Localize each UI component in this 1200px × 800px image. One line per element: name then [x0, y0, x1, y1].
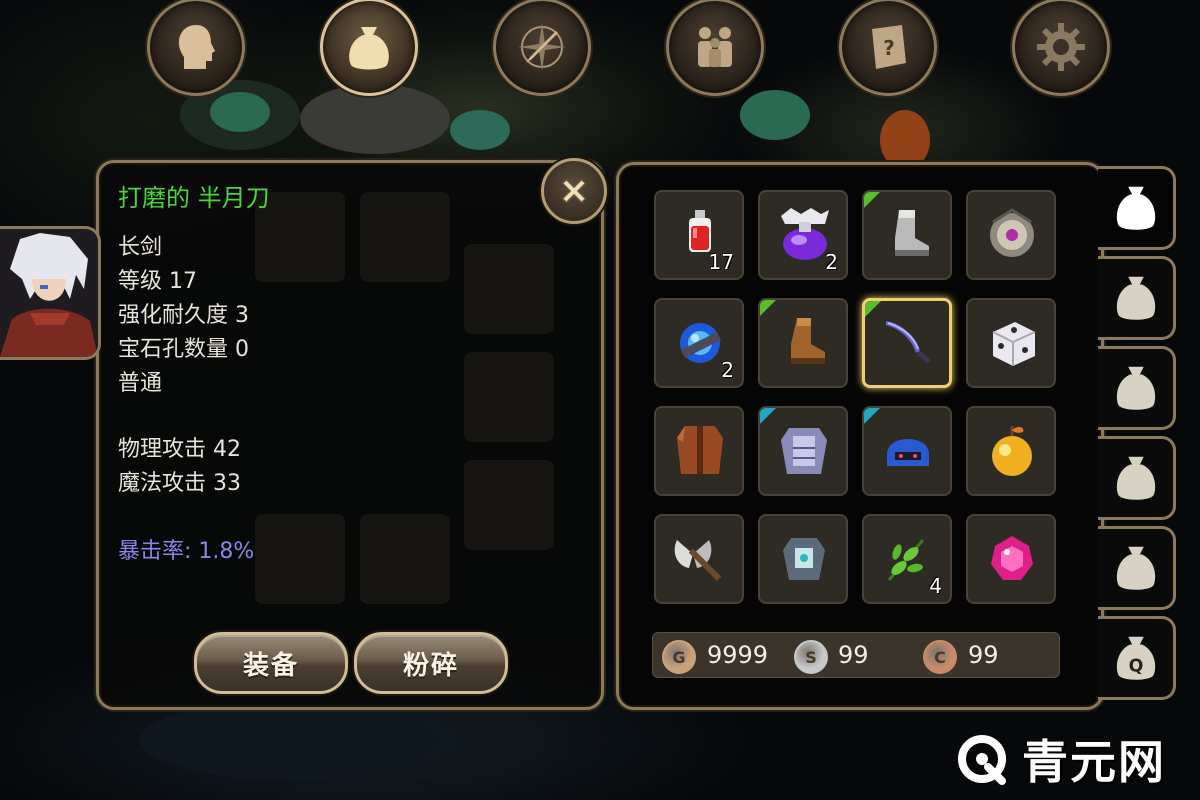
equip-slot-boots[interactable] [360, 514, 450, 604]
blue-helmet-icon [887, 439, 929, 466]
nav-character-button[interactable] [147, 0, 245, 96]
nav-skills-button[interactable] [493, 0, 591, 96]
amulet-icon [990, 208, 1034, 257]
boot-icon [895, 210, 929, 256]
equip-slot-body[interactable] [464, 352, 554, 442]
gold-coin-icon: G [662, 640, 696, 674]
dice-icon [992, 322, 1036, 366]
bag-icon [1116, 546, 1155, 590]
inventory-slot[interactable] [758, 298, 848, 388]
battle-axe-icon [674, 540, 722, 581]
avatar [0, 229, 98, 357]
bag-tab-1[interactable] [1098, 166, 1176, 250]
item-quantity: 17 [708, 250, 734, 274]
copper-coin-icon: C [923, 640, 957, 674]
nav-party-button[interactable] [666, 0, 764, 96]
item-type: 长剑 [118, 235, 163, 260]
bag-icon [1116, 186, 1155, 230]
inventory-slot[interactable] [966, 298, 1056, 388]
item-level: 等级 17 [118, 269, 197, 294]
character-portrait[interactable] [0, 226, 101, 360]
bag-icon [1116, 456, 1155, 500]
watermark-logo-icon [958, 735, 1006, 785]
nav-inventory-button[interactable] [320, 0, 418, 96]
equip-slot-amulet[interactable] [360, 192, 450, 282]
equip-slot-shield[interactable] [464, 460, 554, 550]
item-quantity: 2 [825, 250, 838, 274]
head-icon [178, 25, 215, 69]
quest-bag-label: Q [1128, 657, 1143, 677]
watermark: 青元网 [952, 726, 1166, 792]
nav-quests-button[interactable]: ? [839, 0, 937, 96]
silver-coin-icon: S [794, 640, 828, 674]
crescent-blade-icon [886, 321, 931, 364]
equip-button[interactable]: 装备 [194, 632, 348, 694]
silver-amount: 99 [838, 641, 869, 669]
leather-boot-icon [791, 318, 825, 364]
item-magic-attack: 魔法攻击 33 [118, 471, 241, 496]
equip-slot-ring[interactable] [464, 244, 554, 334]
inventory-slot[interactable]: 4 [862, 514, 952, 604]
pink-gem-icon [991, 536, 1033, 580]
sword-compass-icon [518, 23, 566, 71]
bag-icon [1116, 366, 1155, 410]
people-icon [698, 27, 732, 67]
inventory-slot[interactable]: 2 [758, 190, 848, 280]
gold-amount: 9999 [707, 641, 769, 669]
item-durability: 强化耐久度 3 [118, 303, 249, 328]
bag-tab-3[interactable] [1098, 346, 1176, 430]
inventory-slot[interactable] [862, 190, 952, 280]
watermark-text: 青元网 [1022, 735, 1166, 789]
equip-slot-gloves[interactable] [255, 514, 345, 604]
inventory-slot[interactable] [758, 406, 848, 496]
close-button[interactable] [541, 158, 607, 224]
inventory-slot[interactable]: 2 [654, 298, 744, 388]
svg-text:?: ? [883, 36, 895, 60]
scroll-icon: ? [872, 25, 906, 69]
inventory-slot[interactable] [966, 190, 1056, 280]
bag-tab-2[interactable] [1098, 256, 1176, 340]
nav-settings-button[interactable] [1012, 0, 1110, 96]
item-quantity: 2 [721, 358, 734, 382]
bag-tab-4[interactable] [1098, 436, 1176, 520]
copper-amount: 99 [968, 641, 999, 669]
inventory-slot[interactable] [862, 298, 952, 388]
inventory-slot[interactable] [654, 514, 744, 604]
bag-tab-5[interactable] [1098, 526, 1176, 610]
golden-apple-icon [992, 426, 1032, 476]
bag-icon [349, 27, 389, 70]
gear-icon [1037, 23, 1085, 71]
plate-armor-icon [781, 428, 827, 474]
inventory-slot[interactable] [758, 514, 848, 604]
item-physical-attack: 物理攻击 42 [118, 437, 241, 462]
item-crit-rate: 暴击率: 1.8% [118, 539, 255, 564]
leather-armor-icon [677, 426, 723, 474]
item-name: 打磨的 半月刀 [118, 184, 270, 212]
item-quantity: 4 [929, 574, 942, 598]
item-rarity: 普通 [118, 371, 163, 396]
close-icon [561, 178, 587, 204]
inventory-slot[interactable]: 17 [654, 190, 744, 280]
chest-armor-icon [783, 538, 825, 580]
bag-tab-6[interactable]: Q [1098, 616, 1176, 700]
quest-bag-icon: Q [1116, 636, 1155, 680]
item-gem-slots: 宝石孔数量 0 [118, 337, 249, 362]
inventory-slot[interactable] [654, 406, 744, 496]
bag-icon [1116, 276, 1155, 320]
smash-button[interactable]: 粉碎 [354, 632, 508, 694]
inventory-slot[interactable] [966, 514, 1056, 604]
inventory-slot[interactable] [862, 406, 952, 496]
inventory-slot[interactable] [966, 406, 1056, 496]
